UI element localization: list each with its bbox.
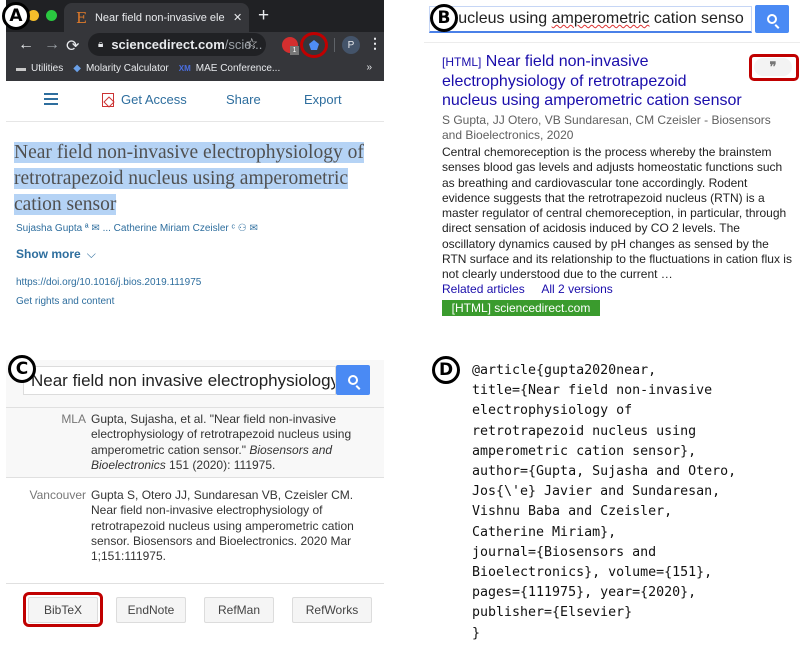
bibtex-entry: @article{gupta2020near, title={Near fiel… (472, 363, 737, 641)
cite-quote-icon[interactable]: ❞ (754, 58, 792, 76)
panel-c-cite-dialog: Near field non invasive electrophysiolog… (6, 360, 384, 630)
scholar-search-button[interactable] (755, 5, 789, 33)
address-bar[interactable]: 🔒︎ sciencedirect.com /scie... ☆ (88, 33, 266, 56)
export-button-row: BibTeX EndNote RefMan RefWorks (6, 583, 384, 630)
browser-chrome: E Near field non-invasive electrophysiol… (6, 0, 384, 81)
divider (6, 407, 384, 408)
bookmark-label: Molarity Calculator (85, 62, 169, 74)
citation-text-vancouver[interactable]: Gupta S, Otero JJ, Sundaresan VB, Czeisl… (91, 488, 376, 564)
doi-link[interactable]: https://doi.org/10.1016/j.bios.2019.1119… (16, 277, 201, 288)
citation-tail: 151 (2020): 111975. (165, 457, 276, 472)
mae-icon: XM (178, 63, 191, 73)
cite-search-input[interactable]: Near field non invasive electrophysiolog… (23, 366, 336, 395)
pdf-icon (102, 92, 114, 107)
search-text-misspelled: amperometric (551, 10, 650, 27)
citation-style-vancouver: Vancouver (29, 488, 86, 502)
panel-label-a: A (2, 2, 30, 30)
extension-icon[interactable]: 1 (282, 37, 299, 55)
get-access-label: Get Access (121, 92, 187, 107)
url-host: sciencedirect.com (111, 37, 225, 52)
article-toolbar: Get Access Share Export (6, 82, 384, 122)
endnote-button[interactable]: EndNote (116, 597, 186, 623)
scholar-search-input[interactable]: d nucleus using amperometric cation sens… (429, 6, 752, 33)
reload-icon[interactable]: ⟳ (66, 36, 79, 56)
divider (424, 42, 800, 43)
tab-strip: E Near field non-invasive electrophysiol… (6, 0, 384, 32)
bookmark-label: MAE Conference... (195, 62, 281, 74)
bookmark-star-icon[interactable]: ☆ (245, 35, 258, 52)
search-icon (767, 14, 777, 24)
result-links: Related articles All 2 versions (442, 282, 627, 296)
result-authors: S Gupta, JJ Otero, VB Sundaresan, CM Cze… (442, 113, 771, 142)
panel-d-bibtex: @article{gupta2020near, title={Near fiel… (424, 355, 800, 654)
forward-icon[interactable]: → (44, 36, 60, 54)
browser-menu-icon[interactable]: ⋮ (368, 35, 382, 52)
result-title: Near field non-invasive electrophysiolog… (442, 53, 742, 109)
bookmark-utilities[interactable]: ▬ Utilities (16, 63, 63, 74)
cite-search-button[interactable] (336, 365, 370, 395)
toolbar-separator (334, 38, 335, 52)
vancouver-row: Vancouver Gupta S, Otero JJ, Sundaresan … (6, 477, 384, 583)
source-link-badge[interactable]: [HTML] sciencedirect.com (442, 300, 600, 316)
bookmark-mae-conference[interactable]: XM MAE Conference... (179, 63, 280, 74)
new-tab-icon[interactable]: + (258, 5, 269, 27)
browser-tab[interactable]: E Near field non-invasive electrophysiol… (64, 3, 249, 32)
get-access-button[interactable]: Get Access (102, 92, 187, 107)
all-versions-link[interactable]: All 2 versions (541, 282, 612, 296)
title-line: cation sensor (14, 194, 117, 215)
panel-label-d: D (432, 356, 460, 384)
title-line: retrotrapezoid nucleus using amperometri… (14, 168, 349, 189)
folder-icon: ▬ (16, 62, 26, 74)
extension-badge: 1 (290, 46, 299, 55)
outline-menu-icon[interactable] (44, 93, 58, 105)
elsevier-favicon-icon: E (76, 8, 87, 27)
panel-a-sciencedirect: E Near field non-invasive electrophysiol… (6, 0, 384, 307)
rights-link[interactable]: Get rights and content (16, 296, 114, 307)
bookmark-molarity-calculator[interactable]: ◆ Molarity Calculator (73, 63, 169, 74)
panel-label-c: C (8, 355, 36, 383)
maximize-dot[interactable] (46, 10, 57, 21)
lock-icon: 🔒︎ (98, 39, 104, 50)
search-icon (348, 375, 358, 385)
panel-label-b: B (430, 4, 458, 32)
close-tab-icon[interactable]: ✕ (233, 11, 242, 24)
refman-button[interactable]: RefMan (204, 597, 274, 623)
result-type-tag: [HTML] (442, 55, 482, 69)
molarity-icon: ◆ (73, 62, 81, 74)
citation-style-mla: MLA (61, 412, 86, 426)
search-text: cation senso (649, 10, 744, 27)
bookmarks-overflow-icon[interactable]: » (366, 62, 372, 73)
browser-toolbar: ← → ⟳ 🔒︎ sciencedirect.com /scie... ☆ 1 … (6, 32, 384, 58)
author-list[interactable]: Sujasha Gupta ª ✉ ... Catherine Miriam C… (16, 223, 258, 234)
panel-b-google-scholar: d nucleus using amperometric cation sens… (424, 0, 800, 330)
result-title-link[interactable]: [HTML] Near field non-invasive electroph… (442, 52, 742, 110)
highlight-ring (23, 592, 103, 627)
bookmarks-bar: ▬ Utilities ◆ Molarity Calculator XM MAE… (6, 57, 384, 79)
chevron-down-icon: ⌵ (86, 247, 96, 261)
article-title: Near field non-invasive electrophysiolog… (14, 140, 374, 218)
tab-title: Near field non-invasive electrophysiolog… (94, 11, 225, 24)
show-more-label: Show more (16, 247, 81, 261)
citation-text-mla[interactable]: Gupta, Sujasha, et al. "Near field non-i… (91, 412, 376, 473)
result-snippet: Central chemoreception is the process wh… (442, 145, 792, 282)
show-more-button[interactable]: Show more ⌵ (16, 247, 96, 262)
related-articles-link[interactable]: Related articles (442, 282, 525, 296)
profile-avatar[interactable]: P (342, 36, 360, 54)
title-line: Near field non-invasive electrophysiolog… (14, 142, 364, 163)
refworks-button[interactable]: RefWorks (292, 597, 372, 623)
export-button[interactable]: Export (304, 92, 342, 107)
bookmark-label: Utilities (31, 62, 64, 74)
share-button[interactable]: Share (226, 92, 261, 107)
back-icon[interactable]: ← (18, 36, 34, 54)
